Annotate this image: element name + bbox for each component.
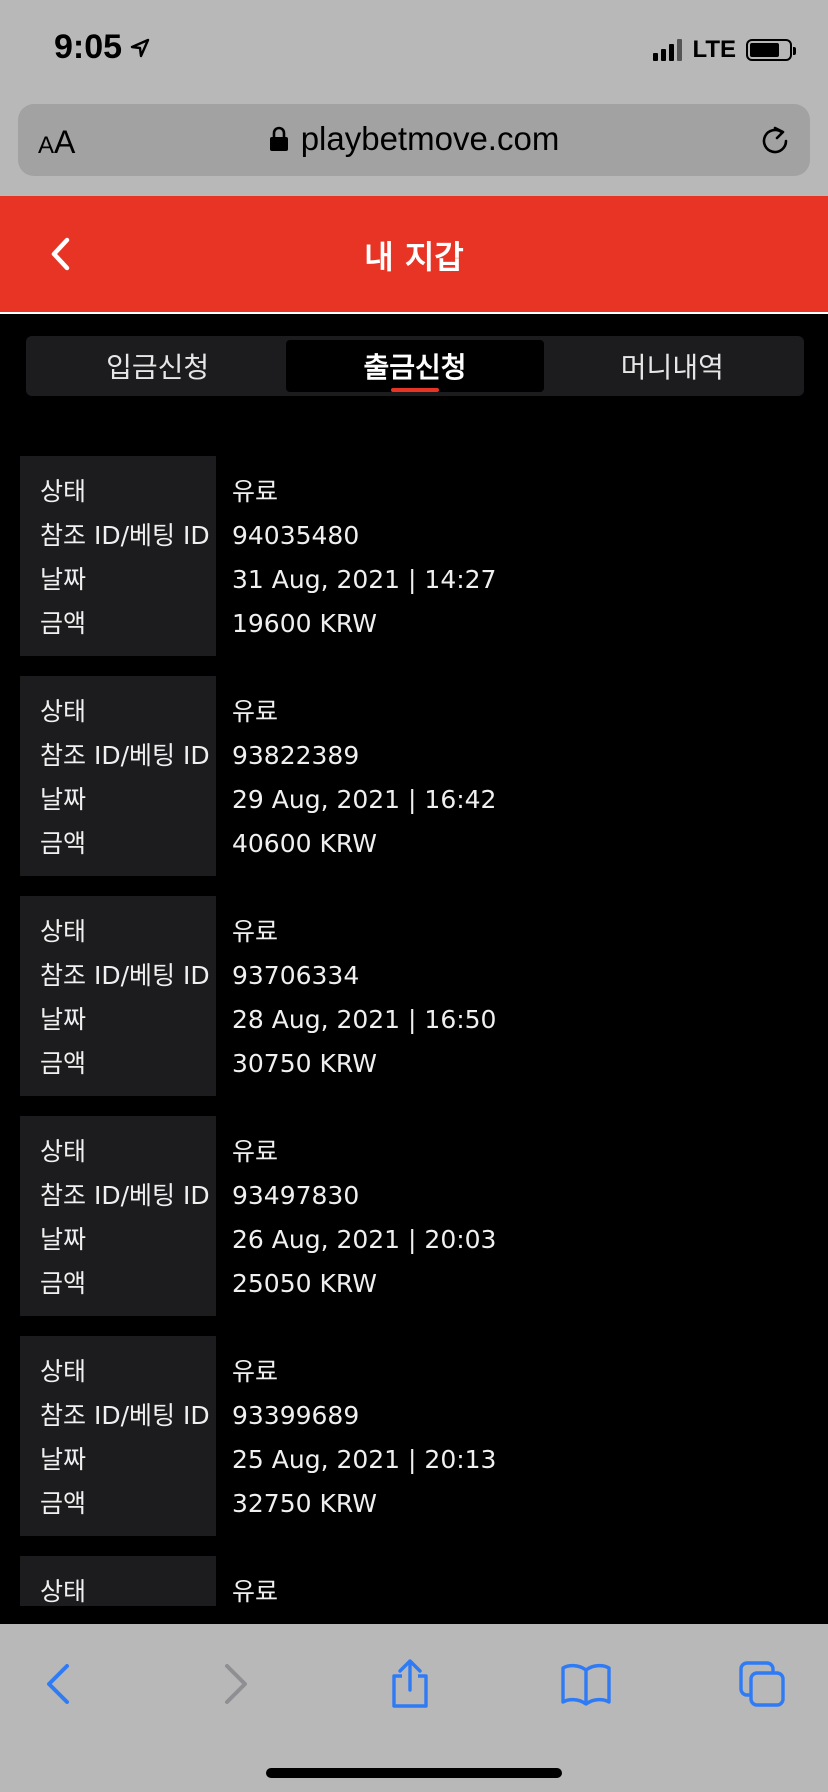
status-label: 상태 bbox=[40, 1137, 87, 1166]
record-values: 유료 93822389 29 Aug, 2021 | 16:42 40600 K… bbox=[216, 676, 808, 876]
status-value: 유료 bbox=[232, 1357, 279, 1386]
status-time-text: 9:05 bbox=[54, 28, 123, 66]
status-label: 상태 bbox=[40, 477, 87, 506]
date-label: 날짜 bbox=[40, 785, 87, 814]
record-card: 상태 참조 ID/베팅 ID 날짜 금액 유료 93399689 25 Aug,… bbox=[20, 1336, 808, 1536]
location-arrow-icon bbox=[130, 38, 150, 57]
ref-id-value: 93706334 bbox=[232, 961, 360, 990]
amount-value: 25050 KRW bbox=[232, 1269, 377, 1298]
record-values: 유료 93399689 25 Aug, 2021 | 20:13 32750 K… bbox=[216, 1336, 808, 1536]
record-labels: 상태 참조 ID/베팅 ID 날짜 금액 bbox=[20, 676, 216, 876]
url-display[interactable]: playbetmove.com bbox=[18, 120, 810, 158]
tab-money-history[interactable]: 머니내역 bbox=[544, 340, 801, 392]
status-value: 유료 bbox=[232, 1137, 279, 1166]
date-value: 28 Aug, 2021 | 16:50 bbox=[232, 1005, 497, 1034]
status-label: 상태 bbox=[40, 1357, 87, 1386]
ref-id-value: 93822389 bbox=[232, 741, 360, 770]
date-value: 31 Aug, 2021 | 14:27 bbox=[232, 565, 497, 594]
chevron-left-icon bbox=[47, 1664, 69, 1704]
wallet-tabs: 입금신청 출금신청 머니내역 bbox=[26, 336, 804, 396]
ref-id-label: 참조 ID/베팅 ID bbox=[40, 1181, 210, 1210]
amount-value: 32750 KRW bbox=[232, 1489, 377, 1518]
record-labels: 상태 참조 ID/베팅 ID 날짜 금액 bbox=[20, 1556, 216, 1606]
record-values: 유료 93497830 26 Aug, 2021 | 20:03 25050 K… bbox=[216, 1116, 808, 1316]
browser-back-button[interactable] bbox=[26, 1652, 90, 1716]
date-label: 날짜 bbox=[40, 565, 87, 594]
cellular-signal-icon bbox=[653, 39, 683, 61]
tab-deposit-request[interactable]: 입금신청 bbox=[29, 340, 286, 392]
tab-withdrawal-request[interactable]: 출금신청 bbox=[286, 340, 544, 392]
status-label: 상태 bbox=[40, 917, 87, 946]
date-label: 날짜 bbox=[40, 1445, 87, 1474]
record-card: 상태 참조 ID/베팅 ID 날짜 금액 유료 93497830 26 Aug,… bbox=[20, 1116, 808, 1316]
record-card: 상태 참조 ID/베팅 ID 날짜 금액 유료 bbox=[20, 1556, 808, 1606]
bookmarks-button[interactable] bbox=[554, 1652, 618, 1716]
status-value: 유료 bbox=[232, 1577, 279, 1606]
amount-value: 30750 KRW bbox=[232, 1049, 377, 1078]
amount-label: 금액 bbox=[40, 1049, 87, 1078]
date-label: 날짜 bbox=[40, 1225, 87, 1254]
chevron-right-icon bbox=[225, 1664, 247, 1704]
date-label: 날짜 bbox=[40, 1005, 87, 1034]
app-header: 내 지갑 bbox=[0, 196, 828, 314]
record-values: 유료 94035480 31 Aug, 2021 | 14:27 19600 K… bbox=[216, 456, 808, 656]
tabs-button[interactable] bbox=[730, 1652, 794, 1716]
status-value: 유료 bbox=[232, 917, 279, 946]
ref-id-value: 93399689 bbox=[232, 1401, 360, 1430]
record-card: 상태 참조 ID/베팅 ID 날짜 금액 유료 93706334 28 Aug,… bbox=[20, 896, 808, 1096]
address-bar[interactable]: AA playbetmove.com bbox=[18, 104, 810, 176]
amount-label: 금액 bbox=[40, 609, 87, 638]
status-value: 유료 bbox=[232, 697, 279, 726]
share-icon bbox=[392, 1659, 428, 1708]
amount-label: 금액 bbox=[40, 1489, 87, 1518]
status-value: 유료 bbox=[232, 477, 279, 506]
record-labels: 상태 참조 ID/베팅 ID 날짜 금액 bbox=[20, 1116, 216, 1316]
ref-id-label: 참조 ID/베팅 ID bbox=[40, 741, 210, 770]
date-value: 25 Aug, 2021 | 20:13 bbox=[232, 1445, 497, 1474]
share-button[interactable] bbox=[378, 1652, 442, 1716]
ref-id-label: 참조 ID/베팅 ID bbox=[40, 961, 210, 990]
record-card: 상태 참조 ID/베팅 ID 날짜 금액 유료 94035480 31 Aug,… bbox=[20, 456, 808, 656]
ref-id-label: 참조 ID/베팅 ID bbox=[40, 521, 210, 550]
withdrawal-records-list[interactable]: 상태 참조 ID/베팅 ID 날짜 금액 유료 94035480 31 Aug,… bbox=[20, 456, 808, 1606]
battery-icon bbox=[746, 39, 796, 61]
home-indicator bbox=[266, 1768, 562, 1778]
status-label: 상태 bbox=[40, 697, 87, 726]
ref-id-label: 참조 ID/베팅 ID bbox=[40, 1401, 210, 1430]
browser-forward-button[interactable] bbox=[204, 1652, 268, 1716]
record-labels: 상태 참조 ID/베팅 ID 날짜 금액 bbox=[20, 456, 216, 656]
page-title: 내 지갑 bbox=[364, 238, 464, 276]
book-icon bbox=[561, 1663, 611, 1706]
record-card: 상태 참조 ID/베팅 ID 날짜 금액 유료 93822389 29 Aug,… bbox=[20, 676, 808, 876]
status-indicators: LTE bbox=[653, 36, 796, 64]
amount-label: 금액 bbox=[40, 1269, 87, 1298]
amount-label: 금액 bbox=[40, 829, 87, 858]
amount-value: 19600 KRW bbox=[232, 609, 377, 638]
ref-id-value: 94035480 bbox=[232, 521, 360, 550]
url-text: playbetmove.com bbox=[300, 120, 560, 157]
browser-toolbar bbox=[0, 1624, 828, 1792]
status-time: 9:05 bbox=[54, 28, 150, 67]
record-values: 유료 bbox=[216, 1556, 808, 1606]
reload-button[interactable] bbox=[758, 124, 792, 162]
tabs-icon bbox=[739, 1661, 785, 1707]
ref-id-value: 93497830 bbox=[232, 1181, 360, 1210]
date-value: 26 Aug, 2021 | 20:03 bbox=[232, 1225, 497, 1254]
record-labels: 상태 참조 ID/베팅 ID 날짜 금액 bbox=[20, 896, 216, 1096]
record-labels: 상태 참조 ID/베팅 ID 날짜 금액 bbox=[20, 1336, 216, 1536]
network-type: LTE bbox=[692, 36, 736, 63]
lock-icon bbox=[269, 126, 288, 151]
reload-icon bbox=[762, 126, 788, 154]
record-values: 유료 93706334 28 Aug, 2021 | 16:50 30750 K… bbox=[216, 896, 808, 1096]
browser-address-area: AA playbetmove.com bbox=[0, 100, 828, 196]
status-bar: 9:05 LTE bbox=[0, 0, 828, 100]
date-value: 29 Aug, 2021 | 16:42 bbox=[232, 785, 497, 814]
status-label: 상태 bbox=[40, 1577, 87, 1606]
amount-value: 40600 KRW bbox=[232, 829, 377, 858]
